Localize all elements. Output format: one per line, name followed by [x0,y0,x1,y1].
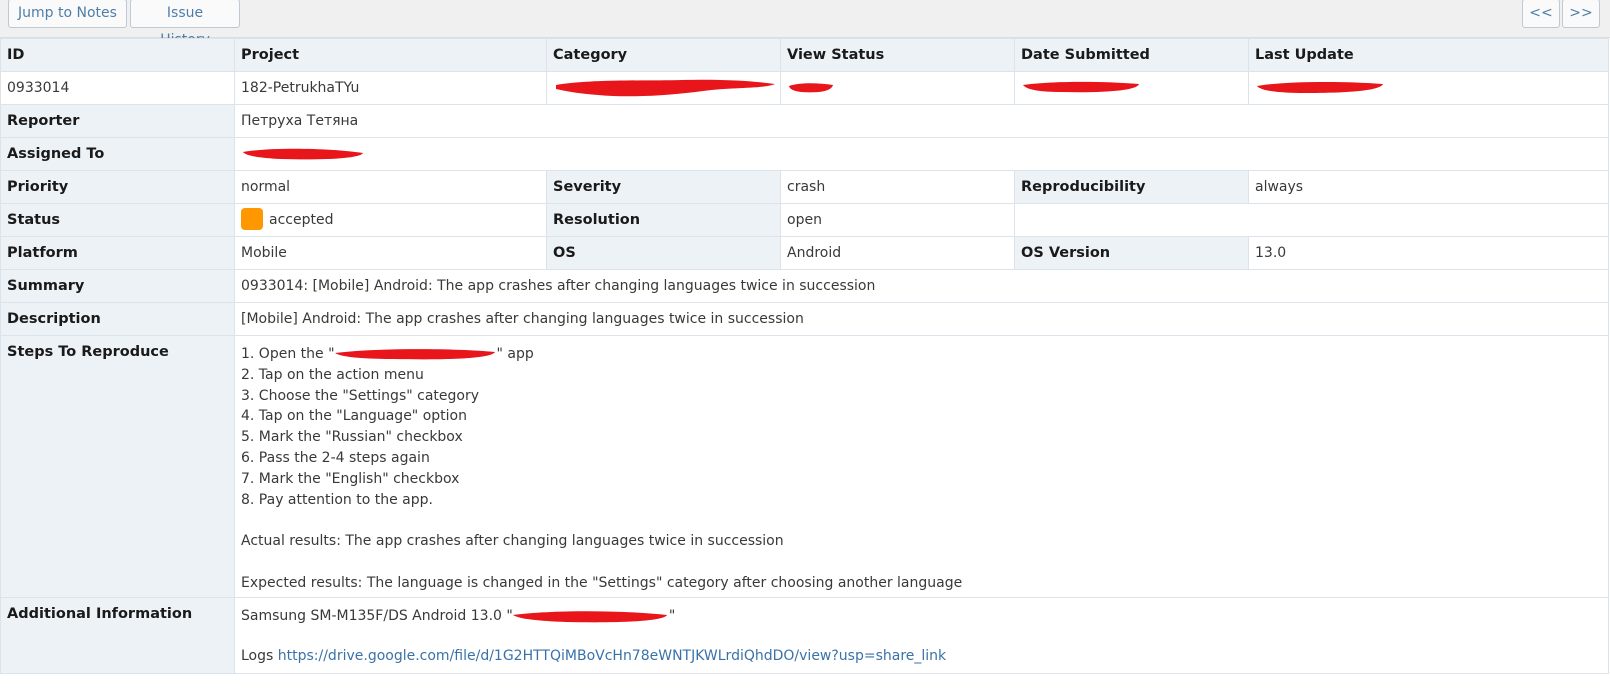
description-label: Description [0,302,235,336]
assigned-to-value [234,137,1609,171]
os-value: Android [780,236,1015,270]
header-row: ID Project Category View Status Date Sub… [0,38,1609,72]
device-line: Samsung SM-M135F/DS Android 13.0 " " [241,606,1602,627]
priority-label: Priority [0,170,235,204]
platform-label: Platform [0,236,235,270]
issue-last-update [1248,71,1609,105]
issue-category [546,71,781,105]
logs-link[interactable]: https://drive.google.com/file/d/1G2HTTQi… [278,648,946,664]
steps-first-prefix: 1. Open the " [241,346,335,362]
severity-value: crash [780,170,1015,204]
reporter-row: Reporter Петруха Тетяна [0,104,1609,138]
issue-history-button[interactable]: Issue History [130,0,240,48]
issue-toolbar: Jump to Notes Issue History << >> [0,0,1610,48]
next-issue-button[interactable]: >> [1562,0,1600,28]
resolution-value: open [780,203,1015,237]
os-version-value: 13.0 [1248,236,1609,270]
redaction-mark [243,148,363,160]
additional-info-row: Additional Information Samsung SM-M135F/… [0,597,1609,674]
os-version-label: OS Version [1014,236,1249,270]
description-value: [Mobile] Android: The app crashes after … [234,302,1609,336]
assigned-to-label: Assigned To [0,137,235,171]
redaction-mark [334,349,495,360]
status-row: Status accepted Resolution open [0,203,1609,237]
column-header-category: Category [546,38,781,72]
redaction-mark [789,83,833,93]
status-text: accepted [269,212,334,228]
steps-row: Steps To Reproduce 1. Open the " " app 2.… [0,335,1609,598]
issue-id: 0933014 [0,71,235,105]
issue-date-submitted [1014,71,1249,105]
resolution-label: Resolution [546,203,781,237]
reproducibility-label: Reproducibility [1014,170,1249,204]
steps-text: 2. Tap on the action menu 3. Choose the … [241,366,963,591]
steps-first-line: 1. Open the " " app [241,344,1602,365]
priority-value: normal [234,170,547,204]
redaction-mark [1023,81,1139,93]
additional-info-value: Samsung SM-M135F/DS Android 13.0 " " Logs… [234,597,1609,674]
summary-row: Summary 0933014: [Mobile] Android: The a… [0,269,1609,303]
additional-info-label: Additional Information [0,597,235,674]
status-value: accepted [234,203,547,237]
summary-label: Summary [0,269,235,303]
reporter-value: Петруха Тетяна [234,104,1609,138]
issue-details-table: ID Project Category View Status Date Sub… [0,38,1609,674]
logs-label: Logs [241,647,278,664]
platform-value: Mobile [234,236,547,270]
priority-row: Priority normal Severity crash Reproduci… [0,170,1609,204]
issue-view-status [780,71,1015,105]
reproducibility-value: always [1248,170,1609,204]
device-text: Samsung SM-M135F/DS Android 13.0 " [241,608,513,624]
column-header-view-status: View Status [780,38,1015,72]
redaction-mark [512,611,667,623]
description-row: Description [Mobile] Android: The app cr… [0,302,1609,336]
steps-label: Steps To Reproduce [0,335,235,598]
redaction-mark [556,79,775,97]
jump-to-notes-button[interactable]: Jump to Notes [8,0,127,28]
previous-issue-button[interactable]: << [1522,0,1560,28]
issue-summary-row: 0933014 182-PetrukhaTYu [0,71,1609,105]
logs-line: Logs https://drive.google.com/file/d/1G2… [241,646,1602,667]
redaction-mark [1257,81,1383,93]
reporter-label: Reporter [0,104,235,138]
column-header-last-update: Last Update [1248,38,1609,72]
steps-value: 1. Open the " " app 2. Tap on the action … [234,335,1609,598]
os-label: OS [546,236,781,270]
column-header-id: ID [0,38,235,72]
assigned-row: Assigned To [0,137,1609,171]
device-text-suffix: " [668,608,676,624]
severity-label: Severity [546,170,781,204]
empty-cell [1014,203,1609,237]
steps-first-suffix: " app [496,346,534,362]
column-header-project: Project [234,38,547,72]
column-header-date-submitted: Date Submitted [1014,38,1249,72]
platform-row: Platform Mobile OS Android OS Version 13… [0,236,1609,270]
status-label: Status [0,203,235,237]
issue-project: 182-PetrukhaTYu [234,71,547,105]
summary-value: 0933014: [Mobile] Android: The app crash… [234,269,1609,303]
status-color-badge [241,208,263,230]
